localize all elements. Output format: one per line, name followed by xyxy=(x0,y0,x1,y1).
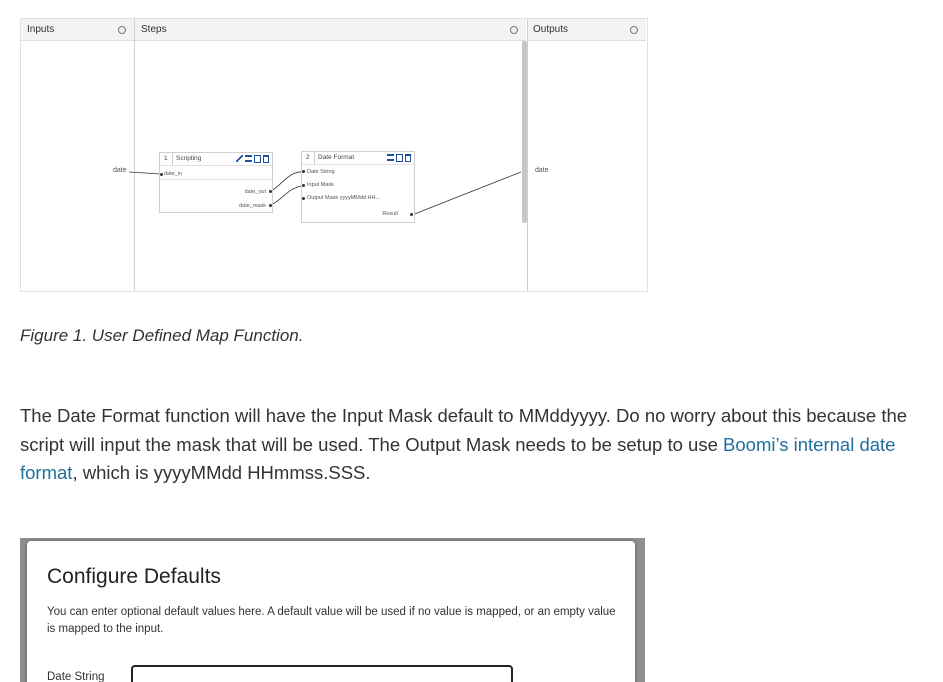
trash-icon[interactable] xyxy=(263,155,269,163)
connection-pin[interactable] xyxy=(160,173,163,176)
step-name: Date Format xyxy=(314,152,354,164)
step-output-label[interactable]: date_out xyxy=(245,189,266,195)
date-string-label: Date String xyxy=(47,671,105,682)
output-field-date[interactable]: date xyxy=(535,167,549,174)
trash-icon[interactable] xyxy=(405,154,411,162)
list-icon[interactable] xyxy=(387,154,394,161)
step-input-label[interactable]: Output Mask yyyyMMdd HH... xyxy=(307,195,380,201)
step-actions xyxy=(387,154,411,162)
step-input-label[interactable]: date_in xyxy=(164,171,182,177)
document-icon[interactable] xyxy=(254,155,261,163)
step-input-label[interactable]: Date String xyxy=(307,169,335,175)
paragraph-text: , which is yyyyMMdd HHmmss.SSS. xyxy=(72,462,371,484)
date-format-step[interactable]: 2 Date Format Date String Input Mask Out… xyxy=(301,151,415,223)
scripting-step-header: 1 Scripting xyxy=(160,153,272,166)
connection-pin[interactable] xyxy=(410,213,413,216)
step-name: Scripting xyxy=(172,153,201,165)
input-field-date[interactable]: date xyxy=(113,167,127,174)
step-number: 2 xyxy=(306,154,310,161)
date-format-step-header: 2 Date Format xyxy=(302,152,414,165)
dialog-description: You can enter optional default values he… xyxy=(47,606,616,635)
configure-defaults-figure: Configure Defaults You can enter optiona… xyxy=(20,538,645,682)
body-paragraph: The Date Format function will have the I… xyxy=(20,402,920,488)
connection-pin[interactable] xyxy=(302,197,305,200)
step-input-label[interactable]: Input Mask xyxy=(307,182,334,188)
map-function-figure: Inputs Steps Outputs date date 1 Scripti… xyxy=(20,18,648,292)
step-output-label[interactable]: date_mask xyxy=(239,203,266,209)
figure-caption: Figure 1. User Defined Map Function. xyxy=(20,326,304,345)
connection-pin[interactable] xyxy=(302,170,305,173)
connection-pin[interactable] xyxy=(302,184,305,187)
dialog-title: Configure Defaults xyxy=(47,565,221,588)
document-icon[interactable] xyxy=(396,154,403,162)
step-number: 1 xyxy=(164,155,168,162)
date-string-input[interactable] xyxy=(131,665,513,682)
configure-defaults-dialog: Configure Defaults You can enter optiona… xyxy=(27,541,635,682)
edit-icon[interactable] xyxy=(236,155,243,162)
step-output-label[interactable]: Result xyxy=(382,211,398,217)
list-icon[interactable] xyxy=(245,155,252,162)
step-actions xyxy=(236,155,269,163)
scripting-step[interactable]: 1 Scripting date_in date_out date_mask xyxy=(159,152,273,213)
connection-pin[interactable] xyxy=(269,190,272,193)
connection-pin[interactable] xyxy=(269,204,272,207)
step-separator xyxy=(160,179,272,180)
